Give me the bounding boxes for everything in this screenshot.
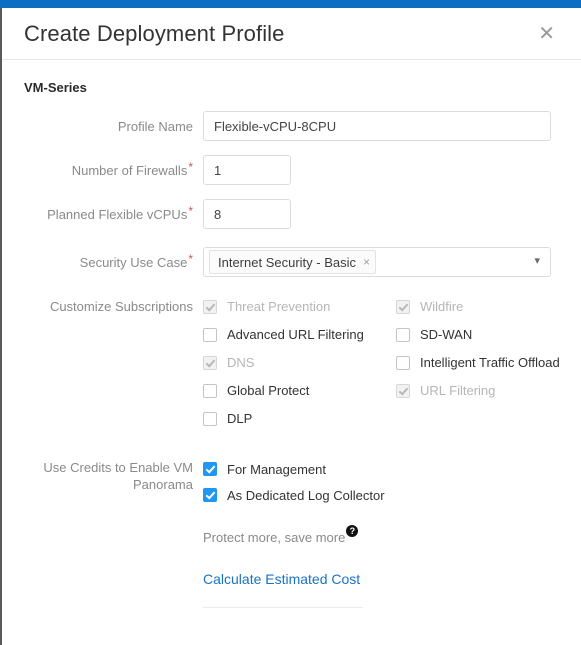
checkbox-box-icon: [396, 327, 410, 342]
field-planned-flexible-vcpus: [193, 199, 581, 229]
checkbox-label: For Management: [227, 461, 326, 477]
create-deployment-profile-dialog: Create Deployment Profile ✕ VM-Series Pr…: [0, 0, 581, 645]
selected-tag-internet-security-basic[interactable]: Internet Security - Basic ×: [209, 250, 377, 274]
number-of-firewalls-input[interactable]: [203, 155, 291, 185]
calculate-estimated-cost-row: Calculate Estimated Cost: [203, 571, 581, 589]
label-profile-name-text: Profile Name: [117, 119, 193, 134]
checkbox-wildfire[interactable]: Wildfire: [396, 295, 581, 318]
selected-tag-label: Internet Security - Basic: [218, 254, 356, 270]
label-planned-flexible-vcpus-text: Planned Flexible vCPUs: [47, 207, 188, 222]
label-number-of-firewalls-text: Number of Firewalls: [71, 163, 188, 178]
bottom-divider: [203, 607, 363, 608]
checkbox-box-icon: [203, 355, 217, 370]
checkbox-box-icon: [203, 488, 217, 502]
checkbox-label: Wildfire: [420, 299, 464, 314]
checkbox-label: Global Protect: [227, 383, 310, 398]
profile-name-input[interactable]: [203, 111, 551, 141]
checkbox-label: SD-WAN: [420, 327, 473, 342]
chevron-down-icon[interactable]: ▾: [534, 255, 540, 267]
page-title: Create Deployment Profile: [24, 20, 285, 46]
subscription-checkbox-grid: Threat Prevention Wildfire Advanced URL …: [203, 295, 581, 430]
planned-flexible-vcpus-input[interactable]: [203, 199, 291, 229]
checkbox-url-filtering[interactable]: URL Filtering: [396, 379, 581, 402]
checkbox-sd-wan[interactable]: SD-WAN: [396, 323, 581, 346]
checkbox-box-icon: [203, 411, 217, 426]
checkbox-label: Threat Prevention: [227, 299, 331, 314]
deployment-profile-form: Profile Name Number of Firewalls* Planne…: [0, 111, 581, 608]
checkbox-label: DNS: [227, 355, 255, 370]
field-use-credits: For Management As Dedicated Log Collecto…: [193, 456, 581, 608]
label-use-credits-text: Use Credits to Enable VM Panorama: [43, 460, 193, 492]
checkbox-box-icon: [203, 383, 217, 398]
checkbox-box-icon: [396, 355, 410, 370]
checkbox-label: URL Filtering: [420, 383, 496, 398]
label-customize-subscriptions-text: Customize Subscriptions: [49, 299, 193, 314]
app-top-accent-bar: [0, 0, 581, 8]
section-title-vm-series: VM-Series: [24, 80, 87, 95]
grid-spacer: [396, 407, 581, 430]
checkbox-box-icon: [203, 327, 217, 342]
checkbox-box-icon: [203, 299, 217, 314]
label-profile-name: Profile Name: [0, 111, 193, 135]
label-use-credits: Use Credits to Enable VM Panorama: [0, 456, 193, 493]
field-number-of-firewalls: [193, 155, 581, 185]
protect-more-save-more-text: Protect more, save more: [203, 530, 346, 545]
label-security-use-case: Security Use Case*: [0, 247, 193, 271]
form-row-customize-subscriptions: Customize Subscriptions Threat Preventio…: [0, 295, 581, 430]
help-icon[interactable]: ?: [346, 525, 359, 537]
checkbox-label: DLP: [227, 411, 253, 426]
protect-more-save-more-row: Protect more, save more?: [203, 525, 581, 545]
form-row-security-use-case: Security Use Case* Internet Security - B…: [0, 247, 581, 277]
field-customize-subscriptions: Threat Prevention Wildfire Advanced URL …: [193, 295, 581, 430]
dialog-header: Create Deployment Profile ✕: [0, 8, 581, 60]
label-number-of-firewalls: Number of Firewalls*: [0, 155, 193, 179]
window-left-edge: [0, 8, 2, 645]
checkbox-label: Intelligent Traffic Offload: [420, 355, 560, 370]
security-use-case-multiselect[interactable]: Internet Security - Basic × ▾: [203, 247, 551, 277]
checkbox-global-protect[interactable]: Global Protect: [203, 379, 396, 402]
checkbox-dns[interactable]: DNS: [203, 351, 396, 374]
label-customize-subscriptions: Customize Subscriptions: [0, 295, 193, 315]
form-row-use-credits: Use Credits to Enable VM Panorama For Ma…: [0, 456, 581, 608]
dialog-body: VM-Series Profile Name Number of Firewal…: [0, 60, 581, 645]
checkbox-box-icon: [203, 462, 217, 476]
checkbox-label: Advanced URL Filtering: [227, 327, 364, 342]
label-planned-flexible-vcpus: Planned Flexible vCPUs*: [0, 199, 193, 224]
checkbox-box-icon: [396, 299, 410, 314]
checkbox-dlp[interactable]: DLP: [203, 407, 396, 430]
checkbox-threat-prevention[interactable]: Threat Prevention: [203, 295, 396, 318]
form-row-number-of-firewalls: Number of Firewalls*: [0, 155, 581, 185]
checkbox-box-icon: [396, 383, 410, 398]
checkbox-advanced-url-filtering[interactable]: Advanced URL Filtering: [203, 323, 396, 346]
form-row-profile-name: Profile Name: [0, 111, 581, 141]
close-icon[interactable]: ✕: [532, 22, 561, 46]
checkbox-label: As Dedicated Log Collector: [227, 487, 385, 503]
label-security-use-case-text: Security Use Case: [79, 255, 188, 270]
field-security-use-case: Internet Security - Basic × ▾: [193, 247, 581, 277]
checkbox-intelligent-traffic-offload[interactable]: Intelligent Traffic Offload: [396, 351, 581, 374]
field-profile-name: [193, 111, 581, 141]
form-row-planned-flexible-vcpus: Planned Flexible vCPUs*: [0, 199, 581, 229]
calculate-estimated-cost-link[interactable]: Calculate Estimated Cost: [203, 571, 360, 587]
checkbox-for-management[interactable]: For Management: [203, 456, 581, 482]
checkbox-as-dedicated-log-collector[interactable]: As Dedicated Log Collector: [203, 482, 581, 508]
remove-tag-icon[interactable]: ×: [363, 256, 370, 268]
